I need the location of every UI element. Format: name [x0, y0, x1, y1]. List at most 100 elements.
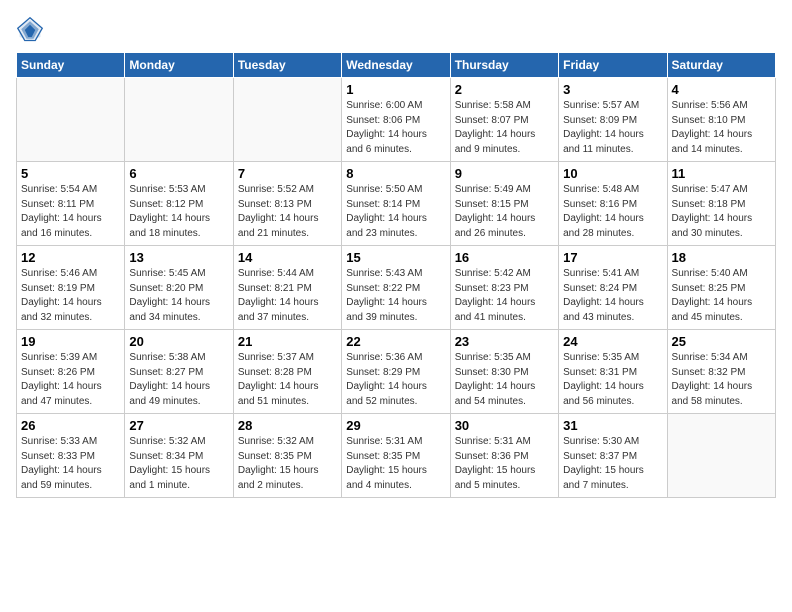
day-number: 3: [563, 82, 662, 97]
cell-info: Sunrise: 5:46 AMSunset: 8:19 PMDaylight:…: [21, 267, 120, 325]
calendar-cell: 11 Sunrise: 5:47 AMSunset: 8:18 PMDayligh…: [667, 162, 775, 246]
cell-info: Sunrise: 5:41 AMSunset: 8:24 PMDaylight:…: [563, 267, 662, 325]
cell-info: Sunrise: 5:30 AMSunset: 8:37 PMDaylight:…: [563, 435, 662, 493]
calendar-day-header: Thursday: [450, 53, 558, 78]
day-number: 20: [129, 334, 228, 349]
calendar-cell: 16 Sunrise: 5:42 AMSunset: 8:23 PMDayligh…: [450, 246, 558, 330]
day-number: 16: [455, 250, 554, 265]
cell-info: Sunrise: 5:56 AMSunset: 8:10 PMDaylight:…: [672, 99, 771, 157]
calendar-cell: 20 Sunrise: 5:38 AMSunset: 8:27 PMDayligh…: [125, 330, 233, 414]
cell-info: Sunrise: 5:31 AMSunset: 8:35 PMDaylight:…: [346, 435, 445, 493]
calendar-day-header: Tuesday: [233, 53, 341, 78]
day-number: 19: [21, 334, 120, 349]
cell-info: Sunrise: 5:38 AMSunset: 8:27 PMDaylight:…: [129, 351, 228, 409]
cell-info: Sunrise: 5:49 AMSunset: 8:15 PMDaylight:…: [455, 183, 554, 241]
cell-info: Sunrise: 5:58 AMSunset: 8:07 PMDaylight:…: [455, 99, 554, 157]
day-number: 5: [21, 166, 120, 181]
calendar-cell: 23 Sunrise: 5:35 AMSunset: 8:30 PMDayligh…: [450, 330, 558, 414]
calendar-cell: 1Sunrise: 6:00 AMSunset: 8:06 PMDaylight…: [342, 78, 450, 162]
day-number: 7: [238, 166, 337, 181]
calendar-cell: 3Sunrise: 5:57 AMSunset: 8:09 PMDaylight…: [559, 78, 667, 162]
calendar-cell: 6 Sunrise: 5:53 AMSunset: 8:12 PMDaylight…: [125, 162, 233, 246]
day-number: 30: [455, 418, 554, 433]
calendar-cell: 22 Sunrise: 5:36 AMSunset: 8:29 PMDayligh…: [342, 330, 450, 414]
calendar-cell: 7 Sunrise: 5:52 AMSunset: 8:13 PMDaylight…: [233, 162, 341, 246]
logo: [16, 16, 48, 44]
cell-info: Sunrise: 5:33 AMSunset: 8:33 PMDaylight:…: [21, 435, 120, 493]
calendar-day-header: Wednesday: [342, 53, 450, 78]
calendar-cell: [17, 78, 125, 162]
day-number: 6: [129, 166, 228, 181]
calendar-week-row: 1Sunrise: 6:00 AMSunset: 8:06 PMDaylight…: [17, 78, 776, 162]
cell-info: Sunrise: 5:31 AMSunset: 8:36 PMDaylight:…: [455, 435, 554, 493]
calendar-cell: 5 Sunrise: 5:54 AMSunset: 8:11 PMDaylight…: [17, 162, 125, 246]
calendar-day-header: Monday: [125, 53, 233, 78]
calendar-header-row: SundayMondayTuesdayWednesdayThursdayFrid…: [17, 53, 776, 78]
calendar-cell: 2 Sunrise: 5:58 AMSunset: 8:07 PMDaylight…: [450, 78, 558, 162]
calendar-cell: [667, 414, 775, 498]
cell-info: Sunrise: 5:45 AMSunset: 8:20 PMDaylight:…: [129, 267, 228, 325]
day-number: 24: [563, 334, 662, 349]
calendar-cell: 19 Sunrise: 5:39 AMSunset: 8:26 PMDayligh…: [17, 330, 125, 414]
calendar-cell: 24 Sunrise: 5:35 AMSunset: 8:31 PMDayligh…: [559, 330, 667, 414]
cell-info: Sunrise: 5:34 AMSunset: 8:32 PMDaylight:…: [672, 351, 771, 409]
day-number: 28: [238, 418, 337, 433]
calendar-cell: 26 Sunrise: 5:33 AMSunset: 8:33 PMDayligh…: [17, 414, 125, 498]
calendar-week-row: 12 Sunrise: 5:46 AMSunset: 8:19 PMDayligh…: [17, 246, 776, 330]
day-number: 8: [346, 166, 445, 181]
day-number: 31: [563, 418, 662, 433]
calendar-cell: 9Sunrise: 5:49 AMSunset: 8:15 PMDaylight…: [450, 162, 558, 246]
day-number: 4: [672, 82, 771, 97]
cell-info: Sunrise: 5:54 AMSunset: 8:11 PMDaylight:…: [21, 183, 120, 241]
calendar-cell: 25 Sunrise: 5:34 AMSunset: 8:32 PMDayligh…: [667, 330, 775, 414]
day-number: 27: [129, 418, 228, 433]
cell-info: Sunrise: 5:32 AMSunset: 8:35 PMDaylight:…: [238, 435, 337, 493]
cell-info: Sunrise: 5:36 AMSunset: 8:29 PMDaylight:…: [346, 351, 445, 409]
calendar-cell: 27 Sunrise: 5:32 AMSunset: 8:34 PMDayligh…: [125, 414, 233, 498]
cell-info: Sunrise: 5:37 AMSunset: 8:28 PMDaylight:…: [238, 351, 337, 409]
calendar-cell: 14Sunrise: 5:44 AMSunset: 8:21 PMDayligh…: [233, 246, 341, 330]
calendar-cell: 4 Sunrise: 5:56 AMSunset: 8:10 PMDaylight…: [667, 78, 775, 162]
calendar-week-row: 26 Sunrise: 5:33 AMSunset: 8:33 PMDayligh…: [17, 414, 776, 498]
cell-info: Sunrise: 5:40 AMSunset: 8:25 PMDaylight:…: [672, 267, 771, 325]
day-number: 29: [346, 418, 445, 433]
cell-info: Sunrise: 5:53 AMSunset: 8:12 PMDaylight:…: [129, 183, 228, 241]
calendar-cell: 10 Sunrise: 5:48 AMSunset: 8:16 PMDayligh…: [559, 162, 667, 246]
cell-info: Sunrise: 5:48 AMSunset: 8:16 PMDaylight:…: [563, 183, 662, 241]
calendar-cell: 28 Sunrise: 5:32 AMSunset: 8:35 PMDayligh…: [233, 414, 341, 498]
day-number: 23: [455, 334, 554, 349]
day-number: 25: [672, 334, 771, 349]
calendar-cell: [233, 78, 341, 162]
cell-info: Sunrise: 5:47 AMSunset: 8:18 PMDaylight:…: [672, 183, 771, 241]
cell-info: Sunrise: 5:35 AMSunset: 8:31 PMDaylight:…: [563, 351, 662, 409]
day-number: 12: [21, 250, 120, 265]
day-number: 17: [563, 250, 662, 265]
day-number: 11: [672, 166, 771, 181]
day-number: 22: [346, 334, 445, 349]
calendar-week-row: 19 Sunrise: 5:39 AMSunset: 8:26 PMDayligh…: [17, 330, 776, 414]
calendar-cell: 15Sunrise: 5:43 AMSunset: 8:22 PMDayligh…: [342, 246, 450, 330]
calendar-cell: 17 Sunrise: 5:41 AMSunset: 8:24 PMDayligh…: [559, 246, 667, 330]
cell-info: Sunrise: 5:43 AMSunset: 8:22 PMDaylight:…: [346, 267, 445, 325]
cell-info: Sunrise: 5:50 AMSunset: 8:14 PMDaylight:…: [346, 183, 445, 241]
day-number: 2: [455, 82, 554, 97]
calendar-cell: 21 Sunrise: 5:37 AMSunset: 8:28 PMDayligh…: [233, 330, 341, 414]
calendar-cell: 31 Sunrise: 5:30 AMSunset: 8:37 PMDayligh…: [559, 414, 667, 498]
cell-info: Sunrise: 5:32 AMSunset: 8:34 PMDaylight:…: [129, 435, 228, 493]
cell-info: Sunrise: 5:52 AMSunset: 8:13 PMDaylight:…: [238, 183, 337, 241]
day-number: 10: [563, 166, 662, 181]
calendar-day-header: Friday: [559, 53, 667, 78]
cell-info: Sunrise: 5:42 AMSunset: 8:23 PMDaylight:…: [455, 267, 554, 325]
day-number: 18: [672, 250, 771, 265]
calendar-table: SundayMondayTuesdayWednesdayThursdayFrid…: [16, 52, 776, 498]
day-number: 21: [238, 334, 337, 349]
cell-info: Sunrise: 5:39 AMSunset: 8:26 PMDaylight:…: [21, 351, 120, 409]
calendar-cell: 13Sunrise: 5:45 AMSunset: 8:20 PMDayligh…: [125, 246, 233, 330]
day-number: 14: [238, 250, 337, 265]
calendar-cell: 30 Sunrise: 5:31 AMSunset: 8:36 PMDayligh…: [450, 414, 558, 498]
calendar-day-header: Saturday: [667, 53, 775, 78]
cell-info: Sunrise: 5:35 AMSunset: 8:30 PMDaylight:…: [455, 351, 554, 409]
day-number: 26: [21, 418, 120, 433]
calendar-cell: 12 Sunrise: 5:46 AMSunset: 8:19 PMDayligh…: [17, 246, 125, 330]
calendar-cell: [125, 78, 233, 162]
